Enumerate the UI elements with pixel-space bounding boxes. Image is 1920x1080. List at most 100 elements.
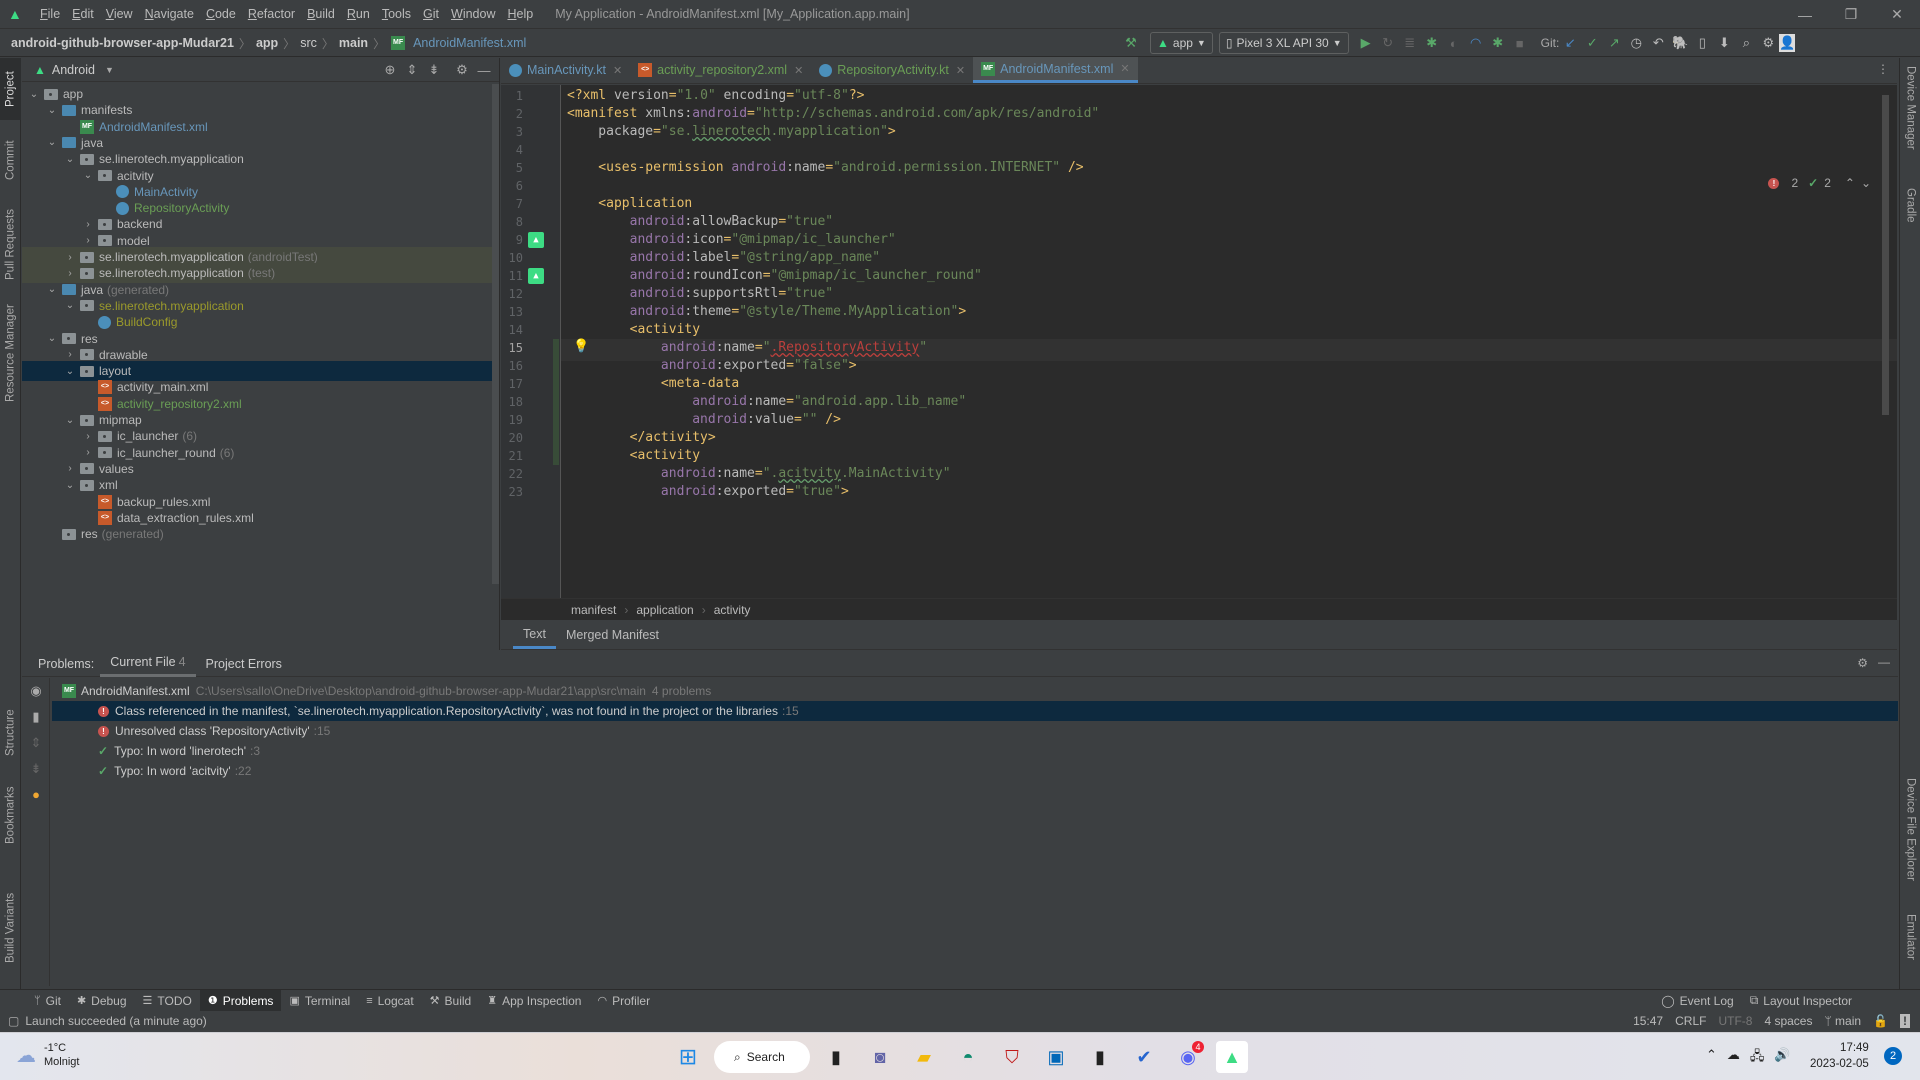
tool-window-todo[interactable]: ☰ TODO	[135, 990, 200, 1012]
editor-tab[interactable]: MF AndroidManifest.xml ✕	[973, 57, 1138, 83]
inspection-indicators[interactable]: ! 2 ✓ 2 ⌃ ⌄	[1768, 176, 1871, 190]
menu-git[interactable]: Git	[417, 7, 445, 21]
tool-tab-project[interactable]: Project	[0, 58, 21, 120]
manifest-view-tab[interactable]: Text	[513, 621, 556, 649]
editor-tab[interactable]: <> activity_repository2.xml ✕	[630, 57, 811, 83]
tool-window-event-log[interactable]: ◯ Event Log	[1653, 990, 1741, 1012]
git-update-icon[interactable]: ↙	[1559, 32, 1581, 54]
tool-tab-resource-manager[interactable]: Resource Manager	[0, 298, 21, 408]
rollback-icon[interactable]: ↶	[1647, 32, 1669, 54]
menu-refactor[interactable]: Refactor	[242, 7, 301, 21]
tool-window-app-inspection[interactable]: ♜ App Inspection	[479, 990, 589, 1012]
run-icon[interactable]: ▶	[1355, 32, 1377, 54]
sticky-notes-icon[interactable]: ▮	[1084, 1041, 1116, 1073]
menu-help[interactable]: Help	[501, 7, 539, 21]
mcafee-icon[interactable]: ⛉	[996, 1041, 1028, 1073]
chevron-down-icon[interactable]: ⌄	[46, 137, 58, 148]
minimize-button[interactable]: —	[1782, 0, 1828, 29]
edge-browser-icon[interactable]: ◓	[952, 1041, 984, 1073]
menu-run[interactable]: Run	[341, 7, 376, 21]
vcs-change-marker[interactable]	[553, 339, 559, 465]
menu-code[interactable]: Code	[200, 7, 242, 21]
menu-view[interactable]: View	[100, 7, 139, 21]
account-icon[interactable]: 👤	[1779, 34, 1795, 52]
device-select[interactable]: ▯ Pixel 3 XL API 30 ▼	[1218, 32, 1349, 54]
indent-setting[interactable]: 4 spaces	[1764, 1014, 1812, 1028]
stop-icon[interactable]: ■	[1509, 32, 1531, 54]
tool-tab-pull-requests[interactable]: Pull Requests	[0, 200, 21, 290]
discord-icon[interactable]: ◉ 4	[1172, 1041, 1204, 1073]
settings-gear-icon[interactable]: ⚙	[451, 59, 473, 81]
run-config-select[interactable]: ▲ app ▼	[1150, 32, 1213, 54]
chevron-down-icon[interactable]: ⌄	[46, 333, 58, 344]
chevron-right-icon[interactable]: ›	[64, 349, 76, 360]
tool-tab-structure[interactable]: Structure	[0, 698, 21, 768]
microsoft-store-icon[interactable]: ▣	[1040, 1041, 1072, 1073]
git-push-icon[interactable]: ↗	[1603, 32, 1625, 54]
settings-gear-icon[interactable]: ⚙	[1757, 32, 1779, 54]
git-branch[interactable]: ᛘ main	[1824, 1014, 1861, 1028]
chevron-right-icon[interactable]: ›	[64, 463, 76, 474]
breadcrumb-file[interactable]: AndroidManifest.xml	[410, 36, 529, 50]
line-separator[interactable]: CRLF	[1675, 1014, 1706, 1028]
preview-icon[interactable]: ▮	[22, 704, 50, 730]
problem-item[interactable]: ✓ Typo: In word 'linerotech':3	[52, 741, 1898, 761]
chevron-down-icon[interactable]: ⌄	[82, 170, 94, 181]
more-tabs-icon[interactable]: ⋮	[1877, 62, 1889, 76]
menu-tools[interactable]: Tools	[376, 7, 417, 21]
tool-window-terminal[interactable]: ▣ Terminal	[281, 990, 358, 1012]
structure-crumb[interactable]: manifest	[571, 603, 616, 617]
history-icon[interactable]: ◷	[1625, 32, 1647, 54]
tree-item[interactable]: res (generated)	[22, 524, 498, 544]
lightbulb-icon[interactable]: ●	[22, 782, 50, 808]
collapse-all-icon[interactable]: ⇟	[22, 756, 50, 782]
caret-position[interactable]: 15:47	[1633, 1014, 1663, 1028]
task-view-icon[interactable]: ▮	[820, 1041, 852, 1073]
lightbulb-icon[interactable]: 💡	[573, 339, 589, 354]
volume-icon[interactable]: 🔊	[1774, 1047, 1790, 1069]
manifest-view-tab[interactable]: Merged Manifest	[556, 621, 669, 649]
apply-changes-icon[interactable]: ↻	[1377, 32, 1399, 54]
expand-all-icon[interactable]: ⇕	[401, 59, 423, 81]
locate-file-icon[interactable]: ⊕	[379, 59, 401, 81]
todo-app-icon[interactable]: ✔	[1128, 1041, 1160, 1073]
expand-all-icon[interactable]: ⇕	[22, 730, 50, 756]
tool-window-build[interactable]: ⚒ Build	[422, 990, 480, 1012]
tool-window-logcat[interactable]: ≡ Logcat	[358, 990, 421, 1012]
tool-tab-emulator[interactable]: Emulator	[1900, 914, 1920, 984]
problem-item[interactable]: ! Unresolved class 'RepositoryActivity':1…	[52, 721, 1898, 741]
network-icon[interactable]: 🖧	[1750, 1047, 1765, 1069]
menu-navigate[interactable]: Navigate	[139, 7, 200, 21]
android-resource-icon[interactable]: ▲	[528, 232, 544, 248]
tool-window-profiler[interactable]: ◠ Profiler	[589, 990, 658, 1012]
hide-panel-icon[interactable]: —	[1878, 655, 1890, 669]
restore-button[interactable]: ❐	[1828, 0, 1874, 29]
editor-tab[interactable]: RepositoryActivity.kt ✕	[811, 57, 973, 83]
sdk-manager-icon[interactable]: ⬇	[1713, 32, 1735, 54]
tool-tab-device-file-explorer[interactable]: Device File Explorer	[1900, 778, 1920, 898]
previous-highlight-icon[interactable]: ⌃	[1845, 176, 1855, 190]
chevron-down-icon[interactable]: ⌄	[64, 366, 76, 377]
chevron-down-icon[interactable]: ⌄	[64, 300, 76, 311]
show-hidden-icons-icon[interactable]: ⌃	[1706, 1047, 1717, 1069]
project-view-select[interactable]: Android	[52, 63, 95, 77]
chevron-right-icon[interactable]: ›	[82, 431, 94, 442]
onedrive-icon[interactable]: ☁	[1727, 1047, 1740, 1069]
breadcrumb-main[interactable]: main	[336, 36, 371, 50]
file-encoding[interactable]: UTF-8	[1718, 1014, 1752, 1028]
code-editor[interactable]: 1 2 3 4 5 6 7 8 9 10 11 12 13 14 15 16 17 18 19 20 21 22 23 ▲ ▲ …	[501, 85, 1897, 598]
attach-debugger-icon[interactable]: ◐	[1443, 32, 1465, 54]
chevron-down-icon[interactable]: ⌄	[64, 480, 76, 491]
clock[interactable]: 17:49 2023-02-05	[1810, 1040, 1869, 1072]
menu-file[interactable]: File	[34, 7, 66, 21]
file-explorer-icon[interactable]: ▰	[908, 1041, 940, 1073]
taskbar-search[interactable]: ⌕ Search	[714, 1041, 810, 1073]
editor-tab[interactable]: MainActivity.kt ✕	[501, 57, 630, 83]
chevron-right-icon[interactable]: ›	[82, 235, 94, 246]
structure-crumb[interactable]: activity	[714, 603, 751, 617]
close-tab-icon[interactable]: ✕	[956, 64, 965, 77]
lock-icon[interactable]: 🔓	[1873, 1014, 1888, 1028]
menu-window[interactable]: Window	[445, 7, 501, 21]
weather-widget[interactable]: ☁ -1°C Molnigt	[16, 1041, 79, 1069]
teams-chat-icon[interactable]: ◙	[864, 1041, 896, 1073]
